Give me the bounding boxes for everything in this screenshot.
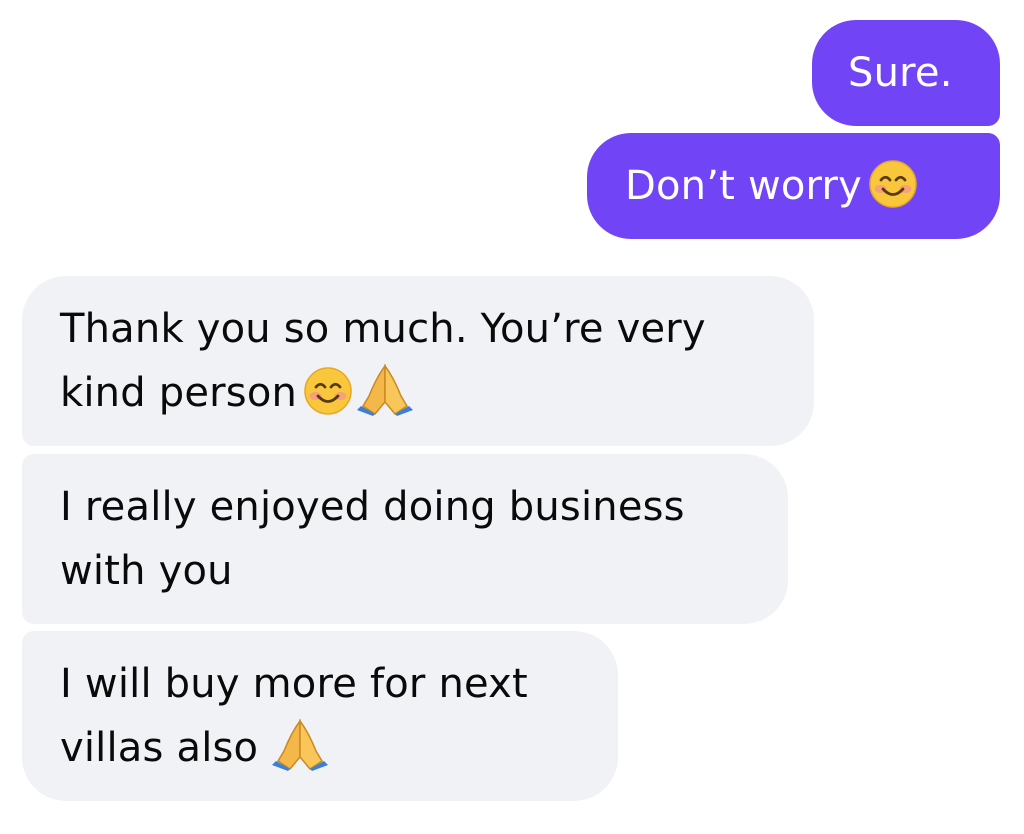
message-text: Sure. bbox=[848, 50, 953, 96]
folded-hands-icon bbox=[272, 718, 329, 771]
received-message-bubble[interactable]: I will buy more for next villas also bbox=[22, 631, 618, 801]
smiling-face-icon bbox=[869, 160, 917, 208]
sent-message-bubble[interactable]: Don’t worry bbox=[587, 133, 1000, 239]
message-text: kind person bbox=[60, 370, 298, 416]
received-message-bubble[interactable]: I really enjoyed doing business with you bbox=[22, 454, 788, 624]
smiling-face-icon bbox=[304, 367, 352, 415]
message-text: I will buy more for next bbox=[60, 661, 528, 707]
sent-message-bubble[interactable]: Sure. bbox=[812, 20, 1000, 126]
folded-hands-icon bbox=[357, 363, 414, 416]
message-text: villas also bbox=[60, 725, 259, 771]
chat-thread: Sure. Don’t worry Thank you so much. You… bbox=[0, 0, 1024, 834]
message-text: Thank you so much. You’re very bbox=[60, 306, 706, 352]
message-text: with you bbox=[60, 548, 233, 594]
received-message-bubble[interactable]: Thank you so much. You’re very kind pers… bbox=[22, 276, 814, 446]
message-text: I really enjoyed doing business bbox=[60, 484, 685, 530]
message-text: Don’t worry bbox=[625, 163, 862, 209]
